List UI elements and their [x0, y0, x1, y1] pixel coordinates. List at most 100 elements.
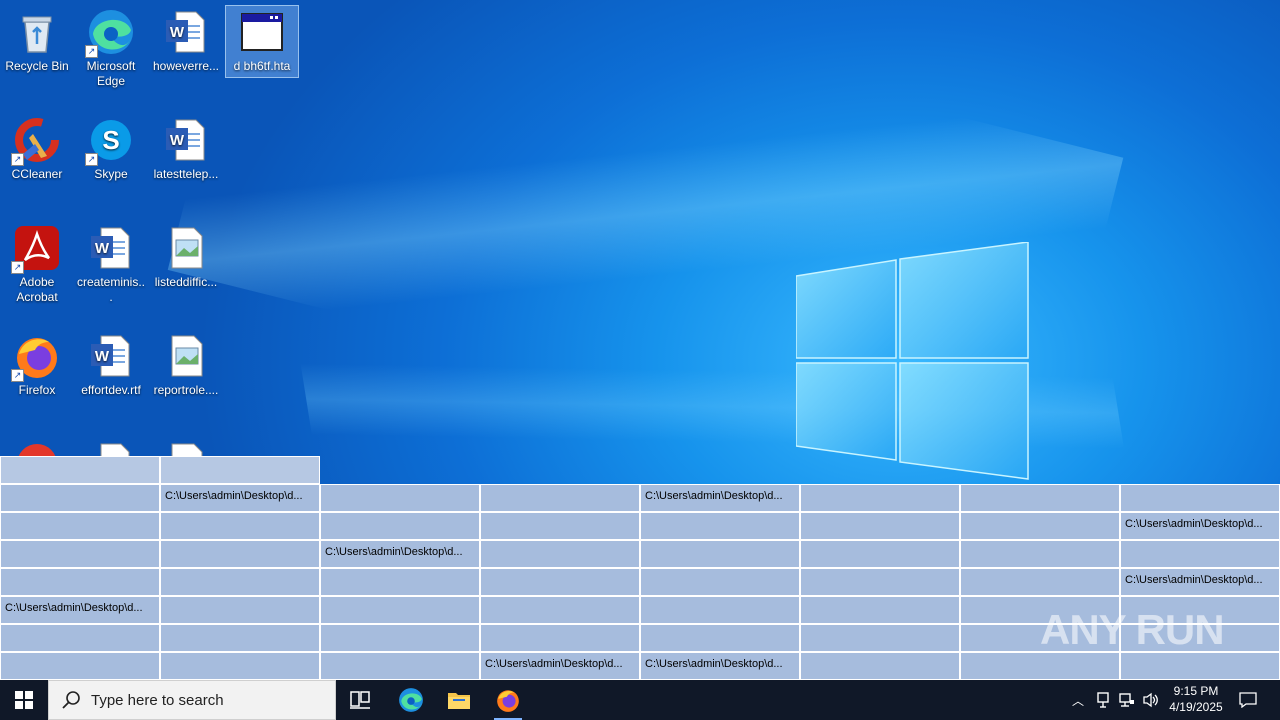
window-tile[interactable]: [1120, 652, 1280, 680]
window-tile[interactable]: [480, 540, 640, 568]
window-tile[interactable]: [160, 456, 320, 484]
window-tile[interactable]: [480, 624, 640, 652]
window-tile[interactable]: C:\Users\admin\Desktop\d...: [160, 484, 320, 512]
window-tile[interactable]: [320, 512, 480, 540]
skype-icon: S ↗: [85, 116, 135, 166]
start-button[interactable]: [0, 680, 48, 720]
window-tile[interactable]: [960, 512, 1120, 540]
window-tile[interactable]: [320, 568, 480, 596]
window-tile[interactable]: [960, 652, 1120, 680]
window-tile[interactable]: [960, 540, 1120, 568]
search-icon: [62, 691, 80, 709]
window-tile[interactable]: [160, 652, 320, 680]
window-tile[interactable]: [480, 568, 640, 596]
window-tile[interactable]: [640, 624, 800, 652]
taskbar-firefox-button[interactable]: [486, 680, 530, 720]
desktop-icon-createminis[interactable]: W createminis...: [75, 222, 147, 308]
window-tile[interactable]: C:\Users\admin\Desktop\d...: [0, 596, 160, 624]
desktop-icon-ccleaner[interactable]: ↗ CCleaner: [1, 114, 73, 185]
window-tile[interactable]: [0, 512, 160, 540]
show-hidden-icons-button[interactable]: ︿: [1068, 680, 1088, 720]
window-tile[interactable]: [160, 512, 320, 540]
taskbar-search-box[interactable]: [48, 680, 336, 720]
desktop-icon-latesttelep[interactable]: W latesttelep...: [150, 114, 222, 185]
window-tile[interactable]: [800, 652, 960, 680]
window-tile[interactable]: [640, 540, 800, 568]
speaker-icon: [1143, 692, 1158, 708]
desktop[interactable]: Recycle Bin ↗ Microsoft Edge W howeverre…: [0, 0, 1280, 680]
window-tile[interactable]: [160, 624, 320, 652]
window-tile[interactable]: [1120, 540, 1280, 568]
desktop-icon-listeddiffic[interactable]: listeddiffic...: [150, 222, 222, 293]
window-tile[interactable]: [960, 568, 1120, 596]
desktop-icon-effortdev[interactable]: W effortdev.rtf: [75, 330, 147, 401]
shortcut-arrow-icon: ↗: [11, 369, 24, 382]
window-tile[interactable]: [480, 512, 640, 540]
desktop-icon-hta-file[interactable]: d bh6tf.hta: [225, 5, 299, 78]
svg-text:W: W: [170, 24, 185, 41]
edge-icon: [399, 688, 423, 712]
window-tile[interactable]: [160, 596, 320, 624]
desktop-icon-label: effortdev.rtf: [81, 383, 141, 397]
window-tile[interactable]: [320, 484, 480, 512]
window-tile[interactable]: [640, 512, 800, 540]
window-tile[interactable]: [0, 624, 160, 652]
window-tile[interactable]: C:\Users\admin\Desktop\d...: [640, 484, 800, 512]
word-document-icon: W: [87, 224, 135, 272]
search-input[interactable]: [89, 690, 323, 710]
window-tile[interactable]: C:\Users\admin\Desktop\d...: [1120, 568, 1280, 596]
window-tile[interactable]: [0, 484, 160, 512]
desktop-icon-label: CCleaner: [11, 167, 63, 181]
window-tile[interactable]: [320, 652, 480, 680]
window-tile[interactable]: [800, 484, 960, 512]
acrobat-icon: ↗: [11, 224, 61, 274]
window-tile[interactable]: [960, 484, 1120, 512]
desktop-icon-label: Recycle Bin: [5, 59, 69, 73]
desktop-icon-reportrole[interactable]: reportrole....: [150, 330, 222, 401]
window-tile[interactable]: C:\Users\admin\Desktop\d...: [480, 652, 640, 680]
clock-time: 9:15 PM: [1173, 684, 1219, 698]
volume-button[interactable]: [1140, 680, 1162, 720]
window-tile[interactable]: [480, 484, 640, 512]
tray-device-button[interactable]: [1092, 680, 1114, 720]
taskbar-clock[interactable]: 9:15 PM 4/19/2025: [1160, 683, 1232, 715]
image-file-icon: [162, 332, 210, 380]
action-center-button[interactable]: [1234, 680, 1262, 720]
usb-device-icon: [1097, 692, 1109, 708]
svg-text:S: S: [102, 125, 119, 155]
network-button[interactable]: [1116, 680, 1138, 720]
task-view-button[interactable]: [340, 680, 380, 720]
window-tile[interactable]: [800, 512, 960, 540]
taskbar-edge-button[interactable]: [390, 680, 432, 720]
window-tile[interactable]: [160, 540, 320, 568]
window-tile[interactable]: [0, 652, 160, 680]
desktop-icon-skype[interactable]: S ↗ Skype: [75, 114, 147, 185]
window-tile[interactable]: [480, 596, 640, 624]
window-tile[interactable]: C:\Users\admin\Desktop\d...: [640, 652, 800, 680]
desktop-icon-label: latesttelep...: [153, 167, 219, 181]
desktop-icon-firefox[interactable]: ↗ Firefox: [1, 330, 73, 401]
window-tile[interactable]: [0, 540, 160, 568]
taskbar-file-explorer-button[interactable]: [438, 680, 480, 720]
desktop-icon-microsoft-edge[interactable]: ↗ Microsoft Edge: [75, 6, 147, 92]
window-tile[interactable]: [320, 624, 480, 652]
window-tile[interactable]: C:\Users\admin\Desktop\d...: [1120, 512, 1280, 540]
window-tile-path: C:\Users\admin\Desktop\d...: [645, 658, 783, 670]
window-tile[interactable]: C:\Users\admin\Desktop\d...: [320, 540, 480, 568]
window-tile[interactable]: [0, 456, 160, 484]
window-tile[interactable]: [800, 624, 960, 652]
window-tile[interactable]: [160, 568, 320, 596]
window-tile[interactable]: [800, 568, 960, 596]
image-file-icon: [162, 224, 210, 272]
window-tile[interactable]: [320, 596, 480, 624]
window-tile[interactable]: [800, 596, 960, 624]
desktop-icon-howeverre[interactable]: W howeverre...: [150, 6, 222, 77]
desktop-icon-recycle-bin[interactable]: Recycle Bin: [1, 6, 73, 77]
window-tile[interactable]: [800, 540, 960, 568]
window-tile[interactable]: [640, 568, 800, 596]
window-tile[interactable]: [640, 596, 800, 624]
desktop-icon-adobe-acrobat[interactable]: ↗ Adobe Acrobat: [1, 222, 73, 308]
window-tile[interactable]: [1120, 484, 1280, 512]
window-tile[interactable]: [0, 568, 160, 596]
window-tile-path: C:\Users\admin\Desktop\d...: [1125, 518, 1263, 530]
